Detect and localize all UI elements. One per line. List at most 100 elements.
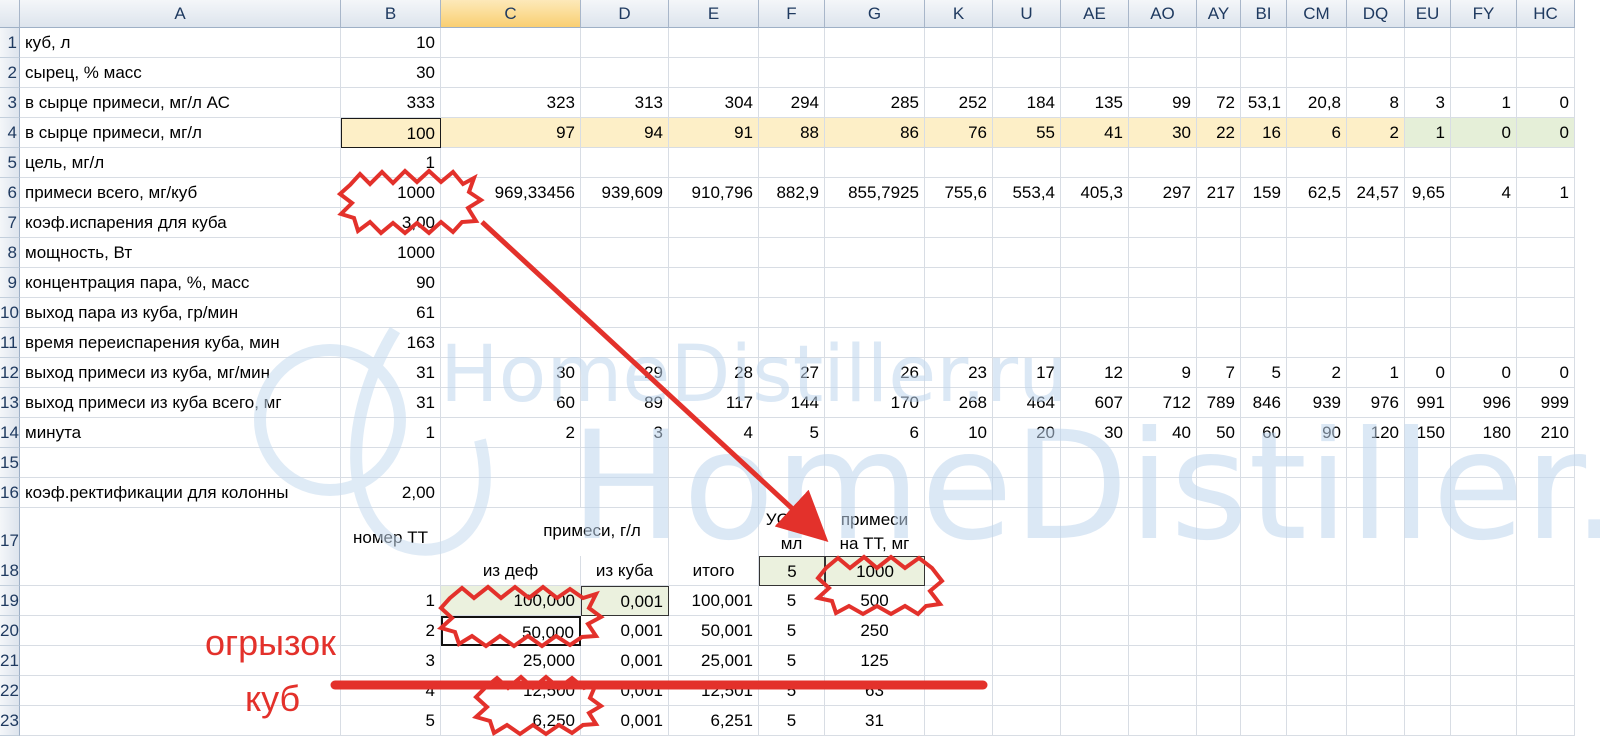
cell-u20[interactable]: [993, 616, 1061, 646]
cell-ae12[interactable]: 12: [1061, 358, 1129, 388]
cell-a13[interactable]: выход примеси из куба всего, мг: [20, 388, 341, 418]
cell-bi9[interactable]: [1241, 268, 1287, 298]
row-header-11[interactable]: 11: [0, 328, 20, 358]
cell-a16[interactable]: коэф.ректификации для колонны: [20, 478, 341, 508]
cell-u10[interactable]: [993, 298, 1061, 328]
cell-e15[interactable]: [669, 448, 759, 478]
cell-eu2[interactable]: [1405, 58, 1451, 88]
cell-d21[interactable]: 0,001: [581, 646, 669, 676]
cell-k6[interactable]: 755,6: [925, 178, 993, 208]
cell-ay4[interactable]: 22: [1197, 118, 1241, 148]
cell-k8[interactable]: [925, 238, 993, 268]
cell-c1[interactable]: [441, 28, 581, 58]
cell-b4[interactable]: 100: [341, 118, 441, 148]
cell-cm21[interactable]: [1287, 646, 1347, 676]
cell-hc22[interactable]: [1517, 676, 1575, 706]
cell-cm9[interactable]: [1287, 268, 1347, 298]
row-header-9[interactable]: 9: [0, 268, 20, 298]
cell-c6[interactable]: 969,33456: [441, 178, 581, 208]
cell-bi1[interactable]: [1241, 28, 1287, 58]
cell-eu4[interactable]: 1: [1405, 118, 1451, 148]
row-header-13[interactable]: 13: [0, 388, 20, 418]
cell-hc20[interactable]: [1517, 616, 1575, 646]
cell-ay14[interactable]: 50: [1197, 418, 1241, 448]
cell-ae19[interactable]: [1061, 586, 1129, 616]
cell-c4[interactable]: 97: [441, 118, 581, 148]
cell-dq3[interactable]: 8: [1347, 88, 1405, 118]
column-header-dq[interactable]: DQ: [1347, 0, 1405, 28]
cell-g13[interactable]: 170: [825, 388, 925, 418]
cell-eu11[interactable]: [1405, 328, 1451, 358]
cell-e2[interactable]: [669, 58, 759, 88]
cell-fy21[interactable]: [1451, 646, 1517, 676]
cell-eu22[interactable]: [1405, 676, 1451, 706]
cell-g1[interactable]: [825, 28, 925, 58]
cell-k5[interactable]: [925, 148, 993, 178]
cell-ae20[interactable]: [1061, 616, 1129, 646]
cell-f20[interactable]: 5: [759, 616, 825, 646]
cell-eu18[interactable]: [1405, 556, 1451, 586]
cell-e16[interactable]: [669, 478, 759, 508]
cell-ay19[interactable]: [1197, 586, 1241, 616]
cell-cm8[interactable]: [1287, 238, 1347, 268]
cell-b21[interactable]: 3: [341, 646, 441, 676]
cell-bi18[interactable]: [1241, 556, 1287, 586]
cell-u16[interactable]: [993, 478, 1061, 508]
cell-e18[interactable]: итого: [669, 556, 759, 586]
cell-g10[interactable]: [825, 298, 925, 328]
cell-cm22[interactable]: [1287, 676, 1347, 706]
cell-e9[interactable]: [669, 268, 759, 298]
cell-a18[interactable]: [20, 556, 341, 586]
cell-hc13[interactable]: 999: [1517, 388, 1575, 418]
cell-u5[interactable]: [993, 148, 1061, 178]
cell-d22[interactable]: 0,001: [581, 676, 669, 706]
cell-g17[interactable]: примеси на ТТ, мг: [825, 508, 925, 556]
cell-dq1[interactable]: [1347, 28, 1405, 58]
cell-g6[interactable]: 855,7925: [825, 178, 925, 208]
cell-d9[interactable]: [581, 268, 669, 298]
cell-d11[interactable]: [581, 328, 669, 358]
cell-c16[interactable]: [441, 478, 581, 508]
cell-ao11[interactable]: [1129, 328, 1197, 358]
row-header-23[interactable]: 23: [0, 706, 20, 736]
cell-cm18[interactable]: [1287, 556, 1347, 586]
cell-f14[interactable]: 5: [759, 418, 825, 448]
cell-cm12[interactable]: 2: [1287, 358, 1347, 388]
cell-eu5[interactable]: [1405, 148, 1451, 178]
cell-ay3[interactable]: 72: [1197, 88, 1241, 118]
cell-dq16[interactable]: [1347, 478, 1405, 508]
cell-ay18[interactable]: [1197, 556, 1241, 586]
cell-cm15[interactable]: [1287, 448, 1347, 478]
cell-dq12[interactable]: 1: [1347, 358, 1405, 388]
cell-c14[interactable]: 2: [441, 418, 581, 448]
column-header-ao[interactable]: AO: [1129, 0, 1197, 28]
cell-hc7[interactable]: [1517, 208, 1575, 238]
cell-g23[interactable]: 31: [825, 706, 925, 736]
cell-e20[interactable]: 50,001: [669, 616, 759, 646]
cell-ao10[interactable]: [1129, 298, 1197, 328]
cell-ay2[interactable]: [1197, 58, 1241, 88]
cell-f22[interactable]: 5: [759, 676, 825, 706]
cell-dq13[interactable]: 976: [1347, 388, 1405, 418]
cell-e10[interactable]: [669, 298, 759, 328]
cell-eu7[interactable]: [1405, 208, 1451, 238]
cell-g7[interactable]: [825, 208, 925, 238]
cell-c15[interactable]: [441, 448, 581, 478]
cell-g9[interactable]: [825, 268, 925, 298]
cell-u8[interactable]: [993, 238, 1061, 268]
cell-ao16[interactable]: [1129, 478, 1197, 508]
cell-ae6[interactable]: 405,3: [1061, 178, 1129, 208]
cell-eu1[interactable]: [1405, 28, 1451, 58]
cell-e7[interactable]: [669, 208, 759, 238]
cell-b18[interactable]: [341, 556, 441, 586]
cell-ae18[interactable]: [1061, 556, 1129, 586]
cell-hc8[interactable]: [1517, 238, 1575, 268]
cell-fy12[interactable]: 0: [1451, 358, 1517, 388]
cell-fy19[interactable]: [1451, 586, 1517, 616]
cell-k18[interactable]: [925, 556, 993, 586]
cell-dq21[interactable]: [1347, 646, 1405, 676]
cell-b10[interactable]: 61: [341, 298, 441, 328]
column-header-u[interactable]: U: [993, 0, 1061, 28]
row-header-2[interactable]: 2: [0, 58, 20, 88]
cell-u1[interactable]: [993, 28, 1061, 58]
